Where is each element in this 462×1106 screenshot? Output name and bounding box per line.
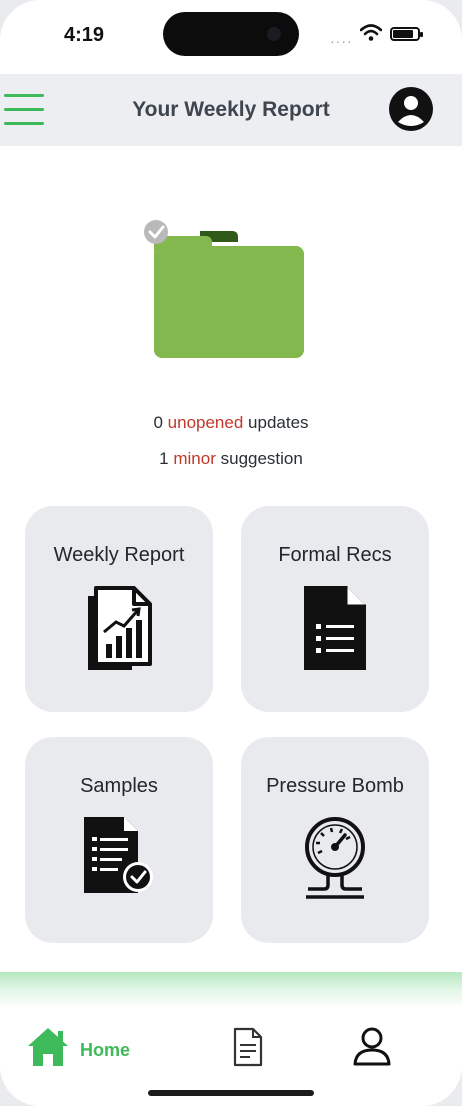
- unopened-highlight: unopened: [167, 413, 244, 432]
- wifi-icon: [360, 24, 382, 41]
- profile-icon: [353, 1027, 391, 1066]
- battery-icon: [390, 27, 423, 41]
- card-label: Samples: [80, 775, 158, 797]
- status-time: 4:19: [64, 24, 105, 46]
- tab-bar-divider: [0, 972, 462, 1008]
- card-label: Pressure Bomb: [266, 775, 404, 797]
- samples-card[interactable]: Samples: [25, 737, 213, 943]
- report-chart-icon: [88, 586, 152, 670]
- checklist-verified-icon: [84, 817, 153, 893]
- weekly-report-card[interactable]: Weekly Report: [25, 506, 213, 712]
- camera-icon: [267, 27, 281, 41]
- minor-highlight: minor: [173, 449, 216, 468]
- unopened-updates-text: 0 unopened updates: [153, 413, 309, 432]
- pressure-gauge-icon: [305, 817, 365, 899]
- card-label: Weekly Report: [53, 544, 185, 566]
- tab-documents[interactable]: [232, 1026, 268, 1074]
- account-avatar-icon[interactable]: [388, 86, 434, 132]
- document-list-icon: [304, 586, 366, 670]
- document-icon: [233, 1027, 263, 1067]
- formal-recs-card[interactable]: Formal Recs: [241, 506, 429, 712]
- status-bar: 4:19 ····: [0, 0, 462, 70]
- home-icon: [28, 1028, 68, 1066]
- dynamic-island: [163, 12, 299, 56]
- pressure-bomb-card[interactable]: Pressure Bomb: [241, 737, 429, 943]
- card-label: Formal Recs: [278, 544, 392, 566]
- minor-suggestion-text: 1 minor suggestion: [159, 449, 303, 468]
- cellular-signal-icon: ····: [330, 33, 353, 49]
- home-indicator[interactable]: [148, 1090, 314, 1096]
- tab-home[interactable]: Home: [26, 1026, 146, 1074]
- app-screen: 4:19 ···· Your Weekly Report 0 unopened …: [0, 0, 462, 1106]
- tab-home-label: Home: [80, 1040, 131, 1060]
- top-app-bar: Your Weekly Report: [0, 74, 462, 146]
- folder-icon[interactable]: [140, 214, 310, 364]
- tab-profile[interactable]: [352, 1026, 396, 1074]
